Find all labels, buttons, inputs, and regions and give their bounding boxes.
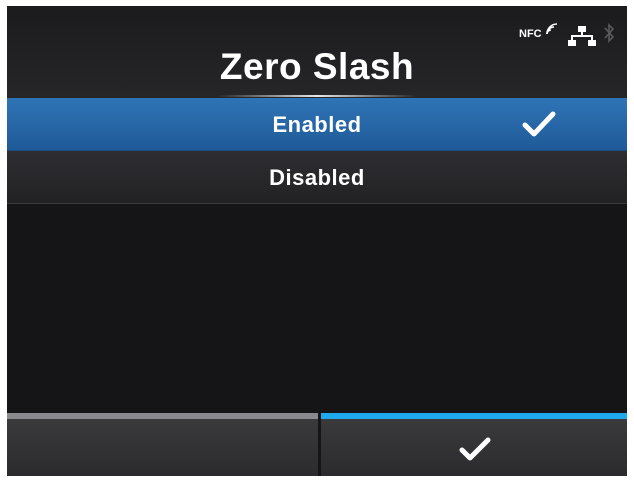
page-title: Zero Slash — [219, 46, 415, 87]
header: NFC Zero Slash — [7, 6, 627, 98]
option-enabled[interactable]: Enabled — [7, 98, 627, 151]
nfc-label: NFC — [519, 28, 542, 40]
option-list: Enabled Disabled — [7, 98, 627, 204]
status-icons: NFC — [519, 18, 619, 46]
nfc-icon — [545, 22, 559, 41]
check-icon — [522, 111, 556, 137]
bluetooth-icon — [603, 22, 615, 49]
check-icon — [459, 437, 491, 461]
softkey-confirm-button[interactable] — [321, 413, 627, 476]
softkey-left[interactable] — [7, 413, 318, 476]
printer-display: NFC Zero Slash Enabled Disabled — [7, 6, 627, 476]
option-disabled[interactable]: Disabled — [7, 151, 627, 204]
option-label: Disabled — [269, 165, 365, 190]
title-underline — [217, 95, 417, 97]
softkey-bar — [7, 413, 627, 476]
